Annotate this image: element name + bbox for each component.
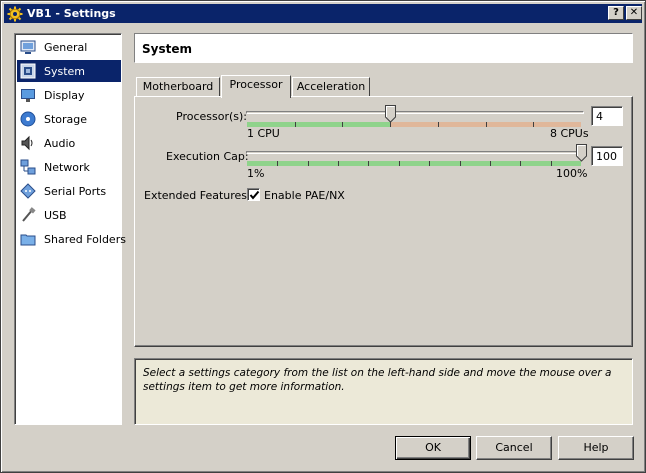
help-button[interactable]: Help (558, 436, 634, 460)
execution-cap-label: Execution Cap: (166, 150, 249, 163)
slider-tick (486, 122, 487, 127)
info-text: Select a settings category from the list… (143, 367, 612, 393)
execution-cap-ok-range (247, 161, 581, 166)
processor-min-label: 1 CPU (247, 127, 280, 140)
disc-icon (20, 111, 36, 127)
sidebar-item-label: Shared Folders (44, 233, 126, 246)
tab-bar: Motherboard Processor Acceleration (134, 75, 633, 98)
slider-tick (438, 122, 439, 127)
execution-cap-min-label: 1% (247, 167, 265, 180)
slider-tick (551, 161, 552, 166)
sidebar-item-label: Storage (44, 113, 88, 126)
slider-tick (308, 161, 309, 166)
window-title: VB1 - Settings (27, 7, 116, 20)
gear-icon (7, 6, 23, 22)
pae-nx-checkbox[interactable] (247, 188, 260, 201)
sidebar-item-shared-folders[interactable]: Shared Folders (17, 228, 126, 250)
slider-tick (429, 161, 430, 166)
serial-port-icon (20, 183, 36, 199)
category-list[interactable]: General System Display Storage Audio Net… (14, 33, 126, 425)
processor-slider-track[interactable] (246, 111, 584, 114)
slider-tick (490, 161, 491, 166)
sidebar-item-storage[interactable]: Storage (17, 108, 121, 130)
tab-processor[interactable]: Processor (221, 75, 291, 98)
slider-tick (277, 161, 278, 166)
sidebar-item-label: Display (44, 89, 85, 102)
slider-tick (342, 122, 343, 127)
cancel-button[interactable]: Cancel (476, 436, 552, 460)
processor-panel: Processor(s): 1 CPU 8 CPUs 4 Execution C… (134, 96, 633, 347)
extended-features-label: Extended Features: (144, 189, 251, 202)
pae-nx-label[interactable]: Enable PAE/NX (264, 189, 345, 202)
processor-range-bar (247, 122, 581, 127)
sidebar-item-network[interactable]: Network (17, 156, 121, 178)
title-close-button[interactable]: ✕ (626, 6, 642, 20)
slider-tick (368, 161, 369, 166)
slider-tick (399, 161, 400, 166)
info-description: Select a settings category from the list… (134, 358, 633, 425)
network-icon (20, 159, 36, 175)
sidebar-item-usb[interactable]: USB (17, 204, 121, 226)
sidebar-item-label: Network (44, 161, 90, 174)
page-title: System (142, 42, 192, 56)
display-icon (21, 89, 35, 102)
execution-cap-range-bar (247, 161, 581, 166)
sidebar-item-label: General (44, 41, 88, 54)
slider-tick (295, 122, 296, 127)
processor-count-input[interactable]: 4 (591, 106, 623, 126)
slider-tick (338, 161, 339, 166)
execution-cap-max-label: 100% (556, 167, 588, 180)
sidebar-item-label: USB (44, 209, 67, 222)
sidebar-item-label: System (44, 65, 86, 78)
processor-max-label: 8 CPUs (550, 127, 589, 140)
slider-tick (533, 122, 534, 127)
title-bar[interactable]: VB1 - Settings ? ✕ (4, 4, 642, 23)
usb-icon (22, 207, 36, 222)
page-title-box: System (134, 33, 633, 63)
sidebar-item-display[interactable]: Display (17, 84, 121, 106)
monitor-icon (20, 40, 36, 54)
slider-tick (520, 161, 521, 166)
processor-label: Processor(s): (176, 110, 248, 123)
chip-icon (20, 63, 36, 79)
processor-slider-thumb[interactable] (385, 105, 397, 123)
execution-cap-slider-thumb[interactable] (576, 144, 587, 162)
sidebar-item-label: Serial Ports (44, 185, 107, 198)
sidebar-item-serial-ports[interactable]: Serial Ports (17, 180, 121, 202)
execution-cap-slider-track[interactable] (246, 151, 584, 154)
execution-cap-input[interactable]: 100 (591, 146, 623, 166)
checkmark-icon (249, 190, 260, 200)
sidebar-item-system[interactable]: System (17, 60, 121, 82)
title-help-button[interactable]: ? (608, 6, 624, 20)
settings-window: VB1 - Settings ? ✕ General System Displa… (0, 0, 646, 473)
folder-icon (20, 234, 36, 246)
ok-button[interactable]: OK (395, 436, 471, 460)
slider-tick (460, 161, 461, 166)
speaker-icon (21, 135, 33, 151)
sidebar-item-general[interactable]: General (17, 36, 121, 58)
tab-motherboard[interactable]: Motherboard (136, 77, 220, 97)
tab-acceleration[interactable]: Acceleration (292, 77, 370, 97)
sidebar-item-audio[interactable]: Audio (17, 132, 121, 154)
sidebar-item-label: Audio (44, 137, 76, 150)
